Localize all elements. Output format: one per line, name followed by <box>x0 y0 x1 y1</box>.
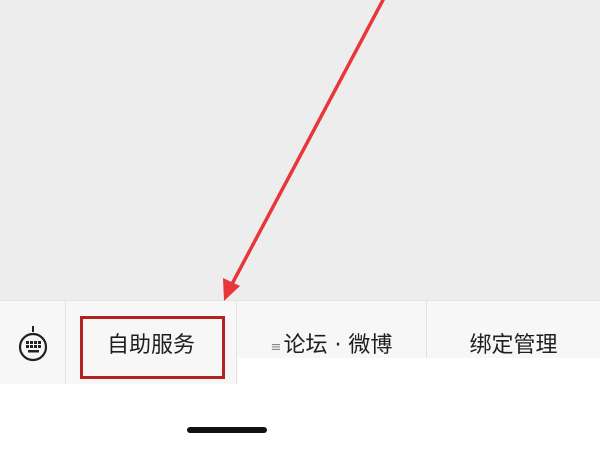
keyboard-icon <box>18 323 48 363</box>
menu-self-service[interactable]: 自助服务 <box>66 301 236 385</box>
list-icon: ≡ <box>270 339 282 355</box>
menu-self-service-label: 自助服务 <box>106 333 195 358</box>
redaction-overlay <box>238 358 600 450</box>
chat-area <box>0 0 600 300</box>
home-indicator <box>187 427 267 433</box>
menu-binding-management-label: 绑定管理 <box>469 333 558 358</box>
keyboard-toggle-button[interactable] <box>0 301 66 385</box>
home-strip <box>0 384 238 450</box>
menu-forum-weibo-label: 论坛 · 微博 <box>283 333 393 358</box>
